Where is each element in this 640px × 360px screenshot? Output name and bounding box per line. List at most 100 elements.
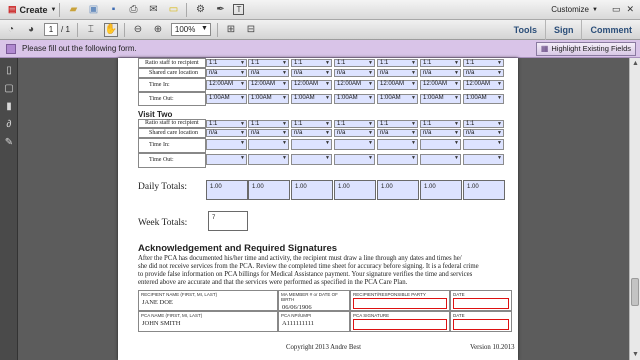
signature-icon[interactable]: ✎: [4, 138, 14, 148]
pca-npi-field[interactable]: PCA NPI/UMPI A111111111: [278, 311, 350, 332]
daily-total-field[interactable]: 1.00: [420, 180, 462, 200]
highlight-fields-button[interactable]: ▦ Highlight Existing Fields: [535, 41, 636, 56]
email-icon[interactable]: ✉: [146, 3, 160, 17]
sign-icon[interactable]: ✒: [213, 3, 227, 17]
save-icon[interactable]: ▪: [106, 3, 120, 17]
daily-total-field[interactable]: 1.00: [377, 180, 419, 200]
timesheet-cell[interactable]: ▼: [334, 139, 375, 150]
select-tool-icon[interactable]: ⌶: [84, 23, 98, 37]
tab-sign[interactable]: Sign: [544, 19, 582, 40]
text-tool-icon[interactable]: T: [233, 4, 245, 15]
timesheet-cell[interactable]: ▼: [334, 154, 375, 165]
timesheet-cell[interactable]: 12:00AM ▼: [248, 80, 289, 90]
date-box[interactable]: [453, 319, 509, 330]
timesheet-cell[interactable]: 1:00AM ▼: [463, 94, 504, 104]
timesheet-cell[interactable]: n/a ▼: [291, 69, 332, 77]
recipient-signature-field[interactable]: RECIPIENT/RESPONSIBLE PARTY SIGNATURE: [350, 290, 450, 311]
timesheet-cell[interactable]: n/a ▼: [334, 69, 375, 77]
timesheet-cell[interactable]: ▼: [463, 139, 504, 150]
timesheet-cell[interactable]: 1:00AM ▼: [334, 94, 375, 104]
timesheet-cell[interactable]: ▼: [206, 154, 247, 165]
daily-total-field[interactable]: 1.00: [248, 180, 290, 200]
timesheet-cell[interactable]: 12:00AM ▼: [334, 80, 375, 90]
timesheet-cell[interactable]: ▼: [377, 139, 418, 150]
week-total-field[interactable]: 7: [208, 211, 248, 231]
timesheet-cell[interactable]: 1:1 ▼: [206, 59, 247, 67]
timesheet-cell[interactable]: n/a ▼: [206, 69, 247, 77]
timesheet-cell[interactable]: 1:1 ▼: [420, 120, 461, 128]
timesheet-cell[interactable]: n/a ▼: [463, 129, 504, 137]
timesheet-cell[interactable]: 1:1 ▼: [377, 59, 418, 67]
timesheet-cell[interactable]: n/a ▼: [334, 129, 375, 137]
timesheet-cell[interactable]: 1:1 ▼: [420, 59, 461, 67]
timesheet-cell[interactable]: n/a ▼: [377, 69, 418, 77]
fit-page-icon[interactable]: ⊞: [224, 23, 238, 37]
vertical-scrollbar[interactable]: ▲ ▼: [629, 58, 640, 360]
hand-tool-icon[interactable]: ✋: [103, 22, 118, 37]
timesheet-cell[interactable]: 1:1 ▼: [248, 120, 289, 128]
timesheet-cell[interactable]: 1:1 ▼: [291, 59, 332, 67]
timesheet-cell[interactable]: 1:1 ▼: [463, 59, 504, 67]
timesheet-cell[interactable]: 1:00AM ▼: [206, 94, 247, 104]
timesheet-cell[interactable]: n/a ▼: [463, 69, 504, 77]
timesheet-cell[interactable]: 12:00AM ▼: [420, 80, 461, 90]
tab-comment[interactable]: Comment: [581, 19, 640, 40]
scrollbar-thumb[interactable]: [631, 278, 639, 306]
timesheet-cell[interactable]: n/a ▼: [248, 69, 289, 77]
timesheet-cell[interactable]: n/a ▼: [420, 69, 461, 77]
timesheet-cell[interactable]: 12:00AM ▼: [291, 80, 332, 90]
timesheet-cell[interactable]: n/a ▼: [206, 129, 247, 137]
timesheet-cell[interactable]: 1:1 ▼: [334, 59, 375, 67]
timesheet-cell[interactable]: ▼: [248, 154, 289, 165]
timesheet-cell[interactable]: ▼: [291, 139, 332, 150]
lock-icon[interactable]: ▯: [4, 66, 14, 76]
timesheet-cell[interactable]: n/a ▼: [291, 129, 332, 137]
timesheet-cell[interactable]: ▼: [206, 139, 247, 150]
timesheet-cell[interactable]: 1:1 ▼: [248, 59, 289, 67]
timesheet-cell[interactable]: ▼: [291, 154, 332, 165]
timesheet-cell[interactable]: 1:1 ▼: [463, 120, 504, 128]
timesheet-cell[interactable]: 1:00AM ▼: [248, 94, 289, 104]
attachment-icon[interactable]: ∂: [4, 120, 14, 130]
timesheet-cell[interactable]: 12:00AM ▼: [463, 80, 504, 90]
daily-total-field[interactable]: 1.00: [291, 180, 333, 200]
print-icon[interactable]: ⎙: [126, 3, 140, 17]
timesheet-cell[interactable]: ▼: [248, 139, 289, 150]
customize-menu-button[interactable]: Customize ▼: [551, 5, 598, 14]
scroll-down-icon[interactable]: ▼: [632, 351, 639, 358]
open-folder-icon[interactable]: ▰: [66, 3, 80, 17]
current-page-input[interactable]: 1: [44, 23, 58, 36]
previous-page-icon[interactable]: ◔: [4, 23, 18, 37]
bookmark-icon[interactable]: ▮: [4, 102, 14, 112]
daily-total-field[interactable]: 1.00: [206, 180, 248, 200]
create-pdf-icon[interactable]: ▣: [86, 3, 100, 17]
pca-name-field[interactable]: PCA NAME (FIRST, MI, LAST) JOHN SMITH: [138, 311, 278, 332]
timesheet-cell[interactable]: 12:00AM ▼: [377, 80, 418, 90]
timesheet-cell[interactable]: ▼: [420, 154, 461, 165]
next-page-icon[interactable]: ◕: [24, 23, 38, 37]
timesheet-cell[interactable]: 1:00AM ▼: [291, 94, 332, 104]
zoom-in-icon[interactable]: ⊕: [151, 23, 165, 37]
gear-icon[interactable]: ⚙: [193, 3, 207, 17]
timesheet-cell[interactable]: 1:1 ▼: [291, 120, 332, 128]
recipient-name-field[interactable]: RECIPIENT NAME (FIRST, MI, LAST) JANE DO…: [138, 290, 278, 311]
pca-signature-field[interactable]: PCA SIGNATURE: [350, 311, 450, 332]
ma-member-field[interactable]: MA MEMBER # or DATE OF BIRTH 06/06/1906: [278, 290, 350, 311]
tab-tools[interactable]: Tools: [506, 20, 545, 40]
timesheet-cell[interactable]: n/a ▼: [248, 129, 289, 137]
timesheet-cell[interactable]: 1:1 ▼: [206, 120, 247, 128]
timesheet-cell[interactable]: ▼: [463, 154, 504, 165]
close-icon[interactable]: ✕: [626, 4, 634, 15]
create-menu-button[interactable]: ▤ Create ▼: [8, 4, 56, 15]
timesheet-cell[interactable]: n/a ▼: [420, 129, 461, 137]
timesheet-cell[interactable]: 12:00AM ▼: [206, 80, 247, 90]
daily-total-field[interactable]: 1.00: [334, 180, 376, 200]
pages-icon[interactable]: ▢: [4, 84, 14, 94]
comment-icon[interactable]: ▭: [166, 3, 180, 17]
timesheet-cell[interactable]: 1:1 ▼: [377, 120, 418, 128]
timesheet-cell[interactable]: 1:00AM ▼: [420, 94, 461, 104]
zoom-out-icon[interactable]: ⊖: [131, 23, 145, 37]
zoom-level-select[interactable]: 100% ▼: [170, 23, 211, 36]
timesheet-cell[interactable]: ▼: [420, 139, 461, 150]
timesheet-cell[interactable]: ▼: [377, 154, 418, 165]
